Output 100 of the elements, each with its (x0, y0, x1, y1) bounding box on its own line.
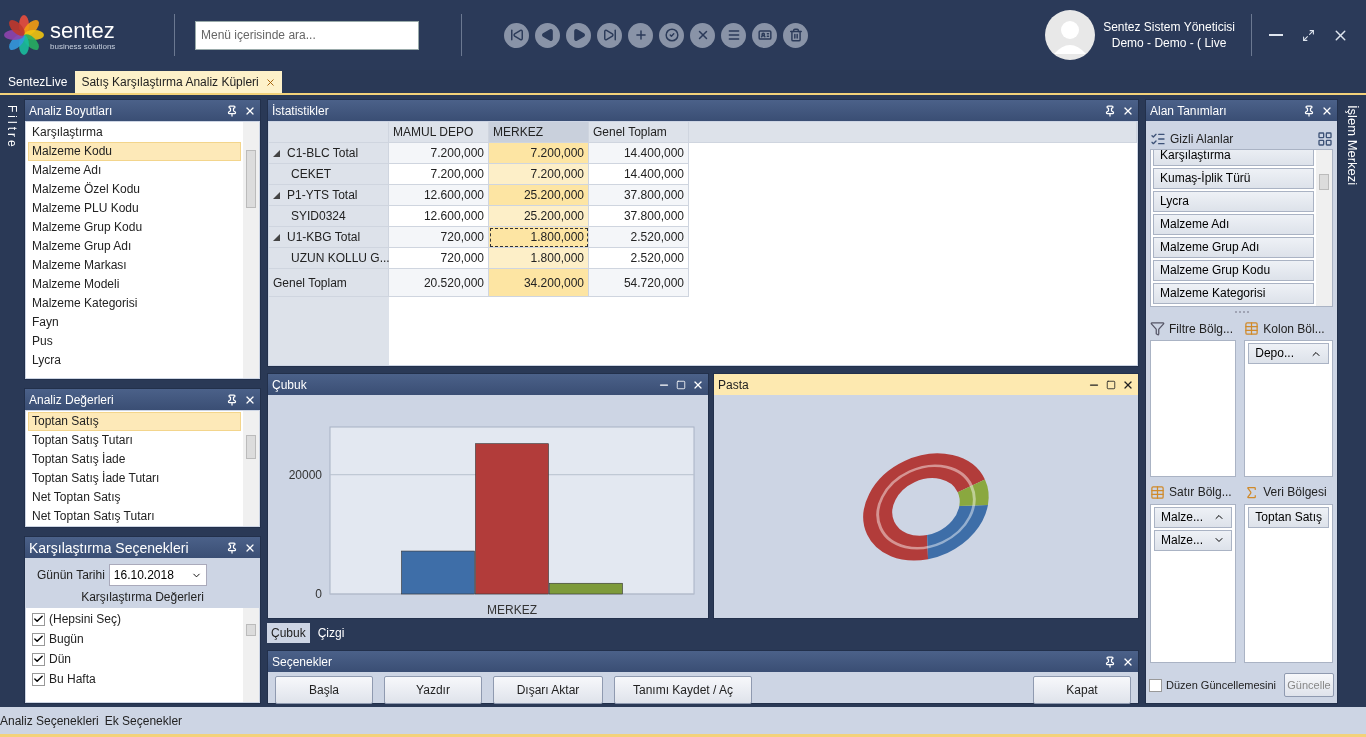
field-item[interactable]: Kumaş-İplik Türü (1153, 168, 1314, 189)
row-header[interactable]: P1-YTS Total (269, 185, 389, 206)
checkbox-label: Bugün (49, 632, 84, 646)
action-button[interactable]: Başla (275, 676, 373, 704)
field-item[interactable]: Malzeme Grup Adı (1153, 237, 1314, 258)
previous-record-button[interactable] (535, 22, 560, 48)
field-item[interactable]: Depo... (1248, 343, 1329, 364)
table-cell: 54.720,000 (589, 269, 689, 297)
skip-back-icon (509, 28, 524, 42)
list-item[interactable]: Toptan Satış İade Tutarı (28, 469, 241, 488)
list-item[interactable]: Malzeme Kategorisi (28, 294, 241, 313)
table-cell: 25.200,000 (489, 185, 589, 206)
cancel-button[interactable] (690, 22, 715, 48)
list-button[interactable] (721, 22, 746, 48)
pin-icon[interactable] (1104, 104, 1116, 117)
trash-icon (788, 28, 803, 42)
panel-title: Karşılaştırma Seçenekleri (29, 539, 190, 556)
list-item[interactable]: Net Toptan Satış (28, 488, 241, 507)
area-title: Filtre Bölg... (1169, 321, 1234, 336)
list-item[interactable]: Malzeme Kodu (28, 142, 241, 161)
tab[interactable]: Çubuk (267, 623, 310, 643)
list-item[interactable]: Malzeme Özel Kodu (28, 180, 241, 199)
tab[interactable]: Satış Karşılaştırma Analiz Küpleri (75, 71, 282, 93)
list-item[interactable]: Malzeme Grup Kodu (28, 218, 241, 237)
area-title: Veri Bölgesi (1263, 485, 1327, 499)
check-icon (33, 633, 44, 645)
status-tab[interactable]: Ek Seçenekler (104, 713, 183, 728)
panel-title: Pasta (718, 377, 750, 392)
pin-icon[interactable] (1104, 655, 1116, 668)
area-title: Satır Bölg... (1169, 485, 1232, 499)
field-item[interactable]: Malzeme Grup Kodu (1153, 260, 1314, 281)
last-record-button[interactable] (597, 22, 622, 48)
date-field[interactable]: 16.10.2018 (108, 564, 207, 586)
field-item[interactable]: Toptan Satış (1248, 506, 1329, 528)
pin-icon[interactable] (1303, 104, 1315, 117)
add-button[interactable] (628, 22, 653, 48)
close-panel-button[interactable]: Kapat (1033, 676, 1131, 704)
list-item[interactable]: Toptan Satış Tutarı (28, 431, 241, 450)
row-header[interactable]: CEKET (269, 164, 389, 185)
checkbox[interactable] (1149, 678, 1162, 692)
field-item[interactable]: Malze... (1154, 506, 1233, 528)
card-button[interactable] (752, 22, 777, 48)
row-header[interactable]: U1-KBG Total (269, 227, 389, 248)
delete-button[interactable] (783, 22, 808, 48)
column-header[interactable]: MAMUL DEPO (389, 122, 489, 143)
list-item[interactable]: Pus (28, 332, 241, 351)
list-item[interactable]: Malzeme Modeli (28, 275, 241, 294)
field-item[interactable]: Malzeme Kategorisi (1153, 283, 1314, 304)
action-button[interactable]: Yazdır (384, 676, 482, 704)
maximize-icon[interactable] (1106, 379, 1116, 390)
tab[interactable]: Çizgi (313, 623, 349, 643)
row-header[interactable]: Genel Toplam (269, 269, 389, 297)
layout-icon[interactable] (1317, 131, 1333, 147)
column-header[interactable]: MERKEZ (489, 122, 589, 143)
list-item[interactable]: Malzeme PLU Kodu (28, 199, 241, 218)
list-item[interactable]: Malzeme Grup Adı (28, 237, 241, 256)
list-item[interactable]: Toptan Satış İade (28, 450, 241, 469)
panel-title: Analiz Değerleri (29, 392, 115, 407)
list-item[interactable]: Karşılaştırma (28, 123, 241, 142)
side-panel-label[interactable]: Filtre (5, 105, 19, 150)
row-header[interactable]: UZUN KOLLU G... (269, 248, 389, 269)
checkbox[interactable] (32, 672, 45, 686)
row-label: P1-YTS Total (287, 188, 358, 202)
table-cell: 12.600,000 (389, 206, 489, 227)
row-header[interactable]: C1-BLC Total (269, 143, 389, 164)
checkbox[interactable] (32, 612, 45, 626)
list-item[interactable]: Fayn (28, 313, 241, 332)
tab[interactable]: SentezLive (2, 71, 74, 93)
table-cell: 1.800,000 (489, 248, 589, 269)
area-title: Kolon Böl... (1263, 321, 1325, 336)
pin-icon[interactable] (226, 541, 238, 554)
checkbox[interactable] (32, 652, 45, 666)
logo-tagline: business solutions (50, 41, 116, 51)
checkbox-label: Düzen Güncellemesini (1166, 679, 1277, 691)
side-panel-label[interactable]: İşlem Merkezi (1344, 105, 1360, 186)
list-item[interactable]: Malzeme Adı (28, 161, 241, 180)
action-button[interactable]: Tanımı Kaydet / Aç (614, 676, 752, 704)
row-header[interactable]: SYID0324 (269, 206, 389, 227)
table-cell: 20.520,000 (389, 269, 489, 297)
field-item[interactable]: Lycra (1153, 191, 1314, 212)
field-item[interactable]: Malzeme Adı (1153, 214, 1314, 235)
pin-icon[interactable] (226, 393, 238, 406)
next-record-button[interactable] (566, 22, 591, 48)
list-item[interactable]: Lycra (28, 351, 241, 370)
pin-icon[interactable] (226, 104, 238, 117)
table-cell: 2.520,000 (589, 248, 689, 269)
search-field[interactable]: Menü içerisinde ara... (195, 20, 419, 50)
field-item[interactable]: Karşılaştırma (1153, 150, 1314, 166)
panel-title: İstatistikler (272, 103, 330, 118)
column-header[interactable]: Genel Toplam (589, 122, 689, 143)
list-item[interactable]: Malzeme Markası (28, 256, 241, 275)
action-button[interactable]: Dışarı Aktar (493, 676, 603, 704)
field-item[interactable]: Malze... (1154, 529, 1233, 551)
list-item[interactable]: Toptan Satış (28, 412, 241, 431)
check-icon (33, 653, 44, 665)
checkbox[interactable] (32, 632, 45, 646)
status-tab[interactable]: Analiz Seçenekleri (0, 713, 99, 728)
approve-button[interactable] (659, 22, 684, 48)
first-record-button[interactable] (504, 22, 529, 48)
list-item[interactable]: Net Toptan Satış Tutarı (28, 507, 241, 526)
